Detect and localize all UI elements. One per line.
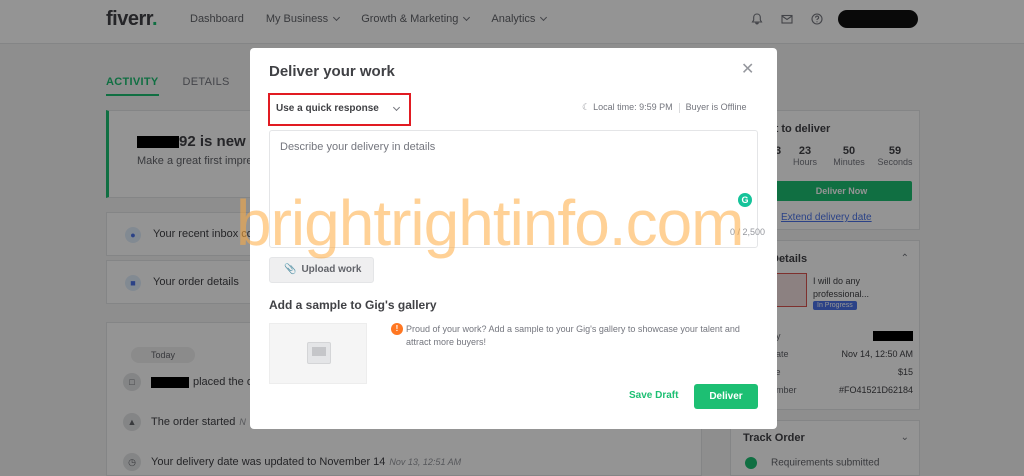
grammarly-icon[interactable]: G: [738, 193, 752, 207]
divider: [678, 102, 680, 113]
quick-response-label: Use a quick response: [276, 103, 379, 114]
modal-title: Deliver your work: [269, 63, 395, 80]
save-draft-button[interactable]: Save Draft: [629, 390, 678, 401]
close-icon[interactable]: ✕: [741, 62, 754, 78]
delivery-description-box: G 0 / 2,500: [269, 130, 765, 248]
delivery-description-input[interactable]: [270, 131, 757, 247]
local-time-text: Local time: 9:59 PM: [593, 102, 673, 112]
quick-response-dropdown[interactable]: Use a quick response: [268, 93, 411, 126]
upload-work-button[interactable]: 📎 Upload work: [269, 257, 374, 283]
character-counter: 0 / 2,500: [730, 227, 766, 237]
deliver-button[interactable]: Deliver: [694, 384, 758, 409]
image-placeholder-icon: [307, 342, 331, 364]
upload-work-label: Upload work: [301, 264, 362, 275]
buyer-local-time: ☾ Local time: 9:59 PM Buyer is Offline: [582, 102, 747, 113]
sample-section-title: Add a sample to Gig's gallery: [269, 298, 437, 312]
sample-image-dropzone[interactable]: [269, 323, 367, 384]
info-icon: !: [391, 323, 403, 335]
sample-description: Proud of your work? Add a sample to your…: [406, 324, 740, 348]
buyer-status-text: Buyer is Offline: [685, 102, 747, 112]
moon-icon: ☾: [582, 102, 591, 112]
paperclip-icon: 📎: [284, 264, 297, 275]
deliver-work-modal: Deliver your work ✕ Use a quick response…: [250, 48, 777, 429]
chevron-down-icon: [392, 103, 401, 112]
